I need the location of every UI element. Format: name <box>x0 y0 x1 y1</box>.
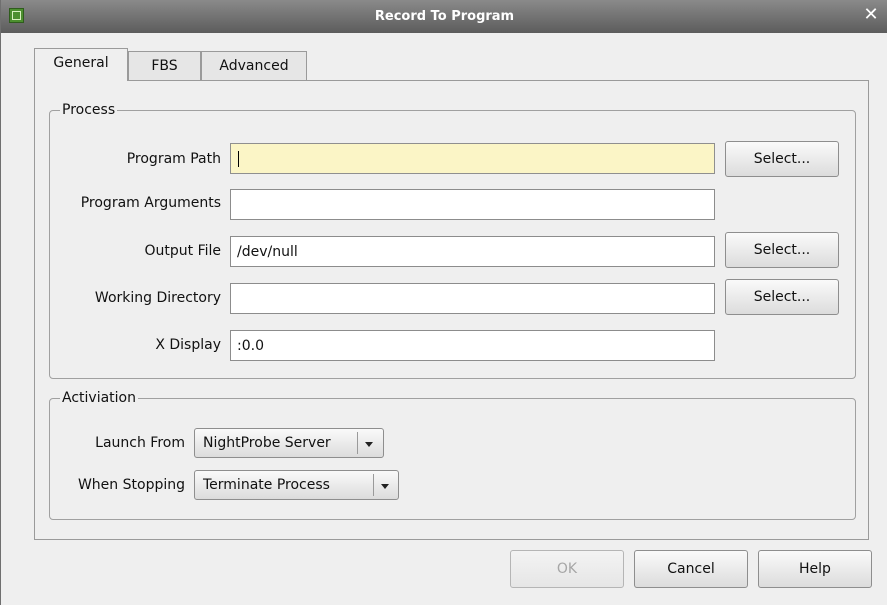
title-bar[interactable]: Record To Program ✕ <box>1 0 887 33</box>
launch-from-value: NightProbe Server <box>203 435 331 451</box>
tab-general[interactable]: General <box>34 48 128 81</box>
tab-advanced[interactable]: Advanced <box>201 51 307 81</box>
program-arguments-label: Program Arguments <box>80 195 221 211</box>
x-display-input[interactable] <box>230 330 715 361</box>
dropdown-separator <box>357 432 358 454</box>
when-stopping-value: Terminate Process <box>203 477 330 493</box>
cancel-button[interactable]: Cancel <box>634 550 748 588</box>
window-title: Record To Program <box>374 9 515 24</box>
program-path-select-button[interactable]: Select... <box>725 141 839 177</box>
tab-fbs-label: FBS <box>151 58 178 74</box>
output-file-label: Output File <box>144 243 221 259</box>
activation-legend: Activiation <box>62 390 136 406</box>
launch-from-dropdown[interactable]: NightProbe Server <box>194 428 384 458</box>
help-button[interactable]: Help <box>758 550 872 588</box>
working-directory-label: Working Directory <box>94 290 221 306</box>
record-to-program-dialog: Record To Program ✕ General FBS Advanced… <box>0 0 887 605</box>
output-file-select-button[interactable]: Select... <box>725 232 839 268</box>
chevron-down-icon <box>381 484 389 489</box>
dropdown-separator <box>373 474 374 496</box>
tab-advanced-label: Advanced <box>219 58 289 74</box>
launch-from-label: Launch From <box>95 435 185 451</box>
working-directory-input[interactable] <box>230 283 715 314</box>
tab-fbs[interactable]: FBS <box>128 51 201 81</box>
when-stopping-dropdown[interactable]: Terminate Process <box>194 470 399 500</box>
process-legend: Process <box>62 102 116 118</box>
program-arguments-input[interactable] <box>230 189 715 220</box>
program-path-label: Program Path <box>126 151 221 167</box>
close-icon[interactable]: ✕ <box>862 6 880 24</box>
ok-button[interactable]: OK <box>510 550 624 588</box>
program-path-input[interactable] <box>230 143 715 174</box>
chevron-down-icon <box>365 442 373 447</box>
x-display-label: X Display <box>155 337 221 353</box>
text-caret <box>238 151 239 167</box>
output-file-input[interactable] <box>230 236 715 267</box>
activation-group: Activiation <box>49 390 856 520</box>
when-stopping-label: When Stopping <box>77 477 185 493</box>
tab-general-label: General <box>53 55 109 71</box>
working-directory-select-button[interactable]: Select... <box>725 279 839 315</box>
